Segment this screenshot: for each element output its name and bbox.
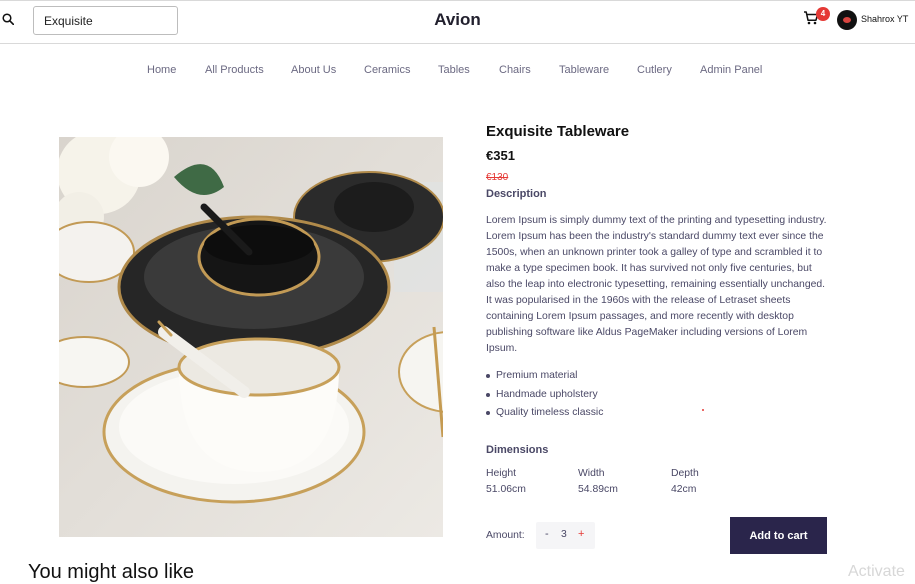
nav-item-ceramics[interactable]: Ceramics bbox=[364, 64, 410, 76]
quantity-stepper: - 3 + bbox=[536, 522, 595, 549]
feature-list: Premium material Handmade upholstery Qua… bbox=[486, 369, 786, 425]
add-to-cart-button[interactable]: Add to cart bbox=[730, 517, 827, 554]
list-item: Handmade upholstery bbox=[486, 388, 786, 407]
avatar[interactable] bbox=[837, 10, 857, 30]
dimension-depth-label: Depth bbox=[671, 468, 699, 479]
decrement-button[interactable]: - bbox=[545, 528, 549, 540]
search-input[interactable] bbox=[33, 6, 178, 35]
quantity-value: 3 bbox=[561, 529, 567, 540]
nav-item-about-us[interactable]: About Us bbox=[291, 64, 336, 76]
product-description: Lorem Ipsum is simply dummy text of the … bbox=[486, 215, 827, 354]
nav-item-tables[interactable]: Tables bbox=[438, 64, 470, 76]
activation-watermark: Activate bbox=[848, 563, 905, 580]
main-nav: Home All Products About Us Ceramics Tabl… bbox=[0, 64, 915, 80]
product-image bbox=[59, 137, 443, 537]
dimension-width-label: Width bbox=[578, 468, 605, 479]
increment-button[interactable]: + bbox=[578, 528, 584, 540]
dimension-depth: Depth 42cm bbox=[671, 466, 699, 498]
dimension-depth-value: 42cm bbox=[671, 484, 697, 495]
dimension-height-value: 51.06cm bbox=[486, 484, 526, 495]
product-photo-illustration bbox=[59, 137, 443, 537]
nav-item-chairs[interactable]: Chairs bbox=[499, 64, 531, 76]
search-icon[interactable] bbox=[2, 13, 14, 25]
site-header: Avion 4 Shahrox YT bbox=[0, 0, 915, 44]
brand-logo[interactable]: Avion bbox=[434, 10, 481, 29]
description-heading: Description bbox=[486, 188, 547, 200]
dimensions-heading: Dimensions bbox=[486, 444, 549, 456]
dimension-width: Width 54.89cm bbox=[578, 466, 618, 498]
cart-count-badge: 4 bbox=[816, 7, 830, 21]
stray-dot bbox=[702, 409, 704, 411]
product-price: €351 bbox=[486, 148, 515, 163]
product-old-price: €130 bbox=[486, 172, 509, 183]
nav-item-cutlery[interactable]: Cutlery bbox=[637, 64, 672, 76]
nav-item-tableware[interactable]: Tableware bbox=[559, 64, 609, 76]
dimension-height-label: Height bbox=[486, 468, 517, 479]
nav-item-all-products[interactable]: All Products bbox=[205, 64, 264, 76]
nav-item-home[interactable]: Home bbox=[147, 64, 176, 76]
list-item: Quality timeless classic bbox=[486, 406, 786, 425]
user-name[interactable]: Shahrox YT bbox=[861, 14, 908, 24]
product-title: Exquisite Tableware bbox=[486, 123, 630, 140]
list-item: Premium material bbox=[486, 369, 786, 388]
amount-label: Amount: bbox=[486, 530, 525, 541]
dimension-width-value: 54.89cm bbox=[578, 484, 618, 495]
related-heading: You might also like bbox=[28, 561, 195, 583]
dimension-height: Height 51.06cm bbox=[486, 466, 526, 498]
nav-item-admin-panel[interactable]: Admin Panel bbox=[700, 64, 762, 76]
